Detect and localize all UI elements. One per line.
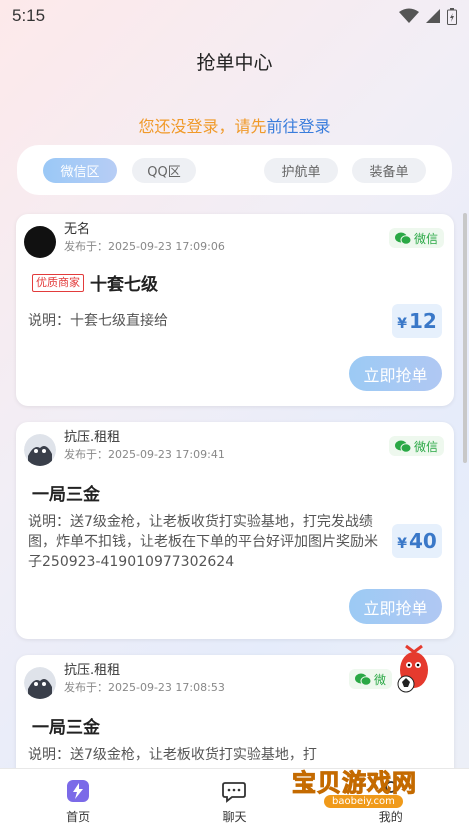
platform-label: 微信 bbox=[413, 231, 438, 246]
signal-icon bbox=[426, 9, 440, 23]
grab-order-button[interactable]: 立即抢单 bbox=[349, 356, 442, 391]
tab-qq[interactable]: QQ区 bbox=[132, 157, 196, 183]
watermark-url: baobeiy.com bbox=[324, 795, 403, 808]
quality-merchant-tag: 优质商家 bbox=[32, 273, 84, 292]
order-title: 一局三金 bbox=[32, 485, 100, 505]
chat-bubble-icon bbox=[222, 782, 247, 803]
username: 抗压.租租 bbox=[64, 663, 121, 678]
platform-badge: 微信 bbox=[388, 228, 444, 248]
order-card[interactable]: 无名 发布于：2025-09-23 17:09:06 微信 优质商家 十套七级 … bbox=[16, 214, 454, 406]
card-header: 无名 发布于：2025-09-23 17:09:06 bbox=[24, 222, 225, 258]
status-icons bbox=[399, 7, 457, 25]
nav-home-label: 首页 bbox=[66, 810, 91, 824]
wechat-icon bbox=[354, 673, 371, 686]
username: 无名 bbox=[64, 222, 91, 237]
site-watermark: 宝贝游戏网 baobeiy.com bbox=[292, 755, 437, 815]
price-value: 40 bbox=[408, 529, 437, 553]
nav-chat-label: 聊天 bbox=[222, 810, 247, 824]
tab-escort[interactable]: 护航单 bbox=[264, 157, 338, 183]
price-tag: ¥ 40 bbox=[392, 524, 442, 558]
status-bar: 5:15 bbox=[0, 0, 469, 32]
category-tabs: 微信区 QQ区 护航单 装备单 bbox=[17, 145, 452, 195]
wechat-icon bbox=[394, 232, 411, 245]
platform-badge: 微 bbox=[348, 669, 392, 689]
avatar bbox=[24, 667, 56, 699]
platform-badge: 微信 bbox=[388, 436, 444, 456]
platform-label: 微信 bbox=[413, 439, 438, 454]
login-hint: 您还没登录，请先前往登录 bbox=[0, 113, 469, 137]
post-time: 发布于：2025-09-23 17:09:41 bbox=[64, 448, 225, 461]
order-card[interactable]: 抗压.租租 发布于：2025-09-23 17:09:41 微信 一局三金 说明… bbox=[16, 422, 454, 639]
mascot-icon[interactable] bbox=[392, 640, 434, 702]
order-description: 说明：送7级金枪，让老板收货打实验基地，打完发战绩图，炸单不扣钱，让老板在下单的… bbox=[28, 514, 378, 570]
platform-label: 微 bbox=[373, 672, 386, 687]
currency-symbol: ¥ bbox=[397, 536, 407, 552]
currency-symbol: ¥ bbox=[397, 316, 407, 332]
wifi-icon bbox=[399, 8, 419, 23]
page-title: 抢单中心 bbox=[196, 52, 273, 74]
nav-chat[interactable]: 聊天 bbox=[194, 778, 274, 825]
login-hint-text: 您还没登录，请先 bbox=[138, 117, 267, 136]
avatar bbox=[24, 434, 56, 466]
scrollbar[interactable] bbox=[463, 213, 467, 463]
price-tag: ¥ 12 bbox=[392, 304, 442, 338]
avatar bbox=[24, 226, 56, 258]
card-header: 抗压.租租 发布于：2025-09-23 17:08:53 bbox=[24, 663, 225, 699]
post-time: 发布于：2025-09-23 17:09:06 bbox=[64, 240, 225, 253]
order-description: 说明：十套七级直接给 bbox=[28, 313, 168, 329]
card-header: 抗压.租租 发布于：2025-09-23 17:09:41 bbox=[24, 430, 225, 466]
grab-order-button[interactable]: 立即抢单 bbox=[349, 589, 442, 624]
wechat-icon bbox=[394, 440, 411, 453]
nav-home[interactable]: 首页 bbox=[38, 778, 118, 825]
login-link[interactable]: 前往登录 bbox=[267, 117, 331, 136]
post-time: 发布于：2025-09-23 17:08:53 bbox=[64, 681, 225, 694]
order-title: 十套七级 bbox=[90, 275, 158, 295]
price-value: 12 bbox=[408, 309, 437, 333]
tab-equipment[interactable]: 装备单 bbox=[352, 157, 426, 183]
home-lightning-icon bbox=[67, 780, 90, 802]
username: 抗压.租租 bbox=[64, 430, 121, 445]
status-time: 5:15 bbox=[12, 6, 46, 25]
order-title: 一局三金 bbox=[32, 718, 100, 738]
tab-wechat[interactable]: 微信区 bbox=[43, 157, 117, 183]
battery-icon bbox=[447, 7, 457, 25]
watermark-text: 宝贝游戏网 bbox=[292, 770, 417, 798]
